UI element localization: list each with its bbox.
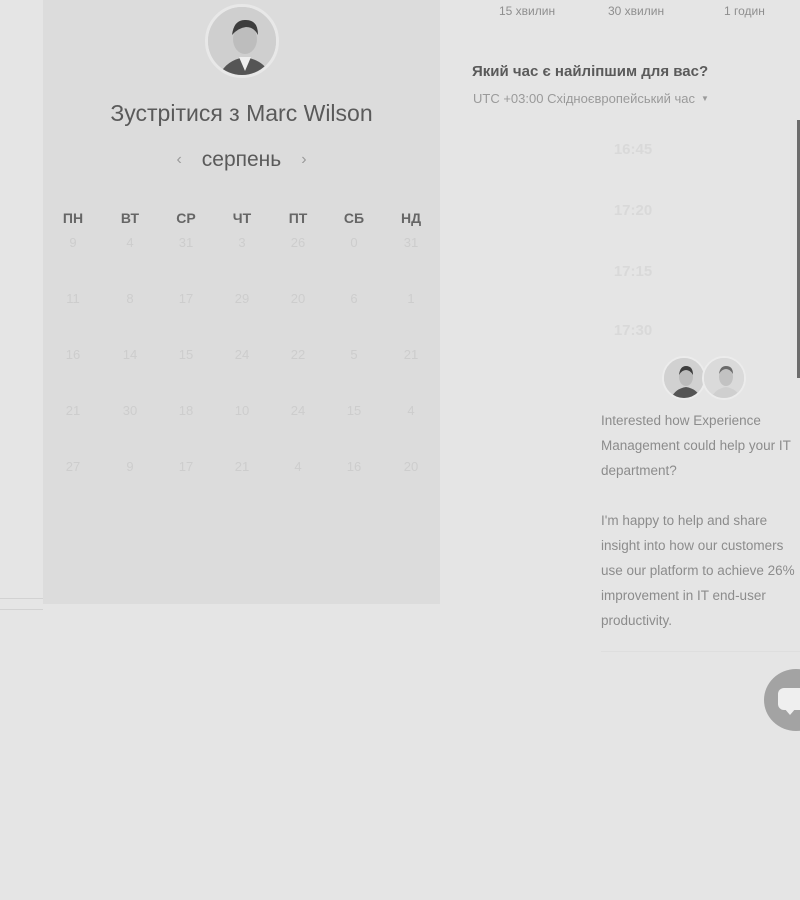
divider xyxy=(601,651,800,652)
calendar-day: 6 xyxy=(350,291,358,306)
duration-option-60[interactable]: 1 годин xyxy=(724,4,765,18)
month-label: серпень xyxy=(201,148,282,171)
host-avatar-small xyxy=(662,356,706,400)
month-navigation: ‹ серпень › xyxy=(43,148,440,172)
duration-option-15[interactable]: 15 хвилин xyxy=(499,4,555,18)
timezone-selector[interactable]: UTC +03:00 Східноєвропейський час ▼ xyxy=(473,91,709,106)
meeting-title: Зустрітися з Marc Wilson xyxy=(110,100,373,126)
time-slot[interactable]: 17:20 xyxy=(552,202,714,219)
calendar-day: 4 xyxy=(126,235,134,250)
calendar-day: 31 xyxy=(403,235,419,250)
calendar-day: 20 xyxy=(290,291,306,306)
weekday-wed: СР xyxy=(176,210,196,226)
weekday-sat: СБ xyxy=(343,210,365,226)
calendar-day: 15 xyxy=(178,347,194,362)
weekday-tue: ВТ xyxy=(120,210,140,226)
chevron-left-icon[interactable]: ‹ xyxy=(176,151,181,169)
calendar-day: 5 xyxy=(350,347,358,362)
timezone-label: UTC +03:00 Східноєвропейський час xyxy=(473,91,695,106)
weekday-sun: НД xyxy=(400,210,422,226)
calendar-day: 3 xyxy=(238,235,246,250)
calendar-day: 10 xyxy=(234,403,250,418)
time-question: Який час є найліпшим для вас? xyxy=(472,63,709,80)
time-slot[interactable]: 16:45 xyxy=(552,141,714,158)
calendar-day: 26 xyxy=(290,235,306,250)
duration-option-30[interactable]: 30 хвилин xyxy=(608,4,664,18)
calendar-day: 30 xyxy=(122,403,138,418)
calendar-day: 0 xyxy=(350,235,358,250)
calendar-day: 17 xyxy=(178,459,194,474)
calendar-day: 14 xyxy=(122,347,138,362)
calendar-day: 18 xyxy=(178,403,194,418)
time-slot[interactable]: 17:30 xyxy=(552,322,714,339)
calendar-day: 22 xyxy=(290,347,306,362)
calendar-day: 17 xyxy=(178,291,194,306)
message-paragraph: I'm happy to help and share insight into… xyxy=(601,513,795,628)
colleague-avatar-small xyxy=(702,356,746,400)
calendar-day: 9 xyxy=(69,235,77,250)
calendar-day: 16 xyxy=(346,459,362,474)
calendar-day: 27 xyxy=(65,459,81,474)
panel-divider xyxy=(0,598,43,610)
calendar-day: 21 xyxy=(65,403,81,418)
weekday-thu: ЧТ xyxy=(232,210,252,226)
calendar-day: 8 xyxy=(126,291,134,306)
chat-bubble-icon xyxy=(778,688,800,710)
weekday-fri: ПТ xyxy=(288,210,308,226)
calendar-day: 29 xyxy=(234,291,250,306)
time-slot[interactable]: 17:15 xyxy=(552,263,714,280)
calendar-day: 15 xyxy=(346,403,362,418)
calendar-day: 4 xyxy=(407,403,415,418)
host-avatar xyxy=(205,4,279,78)
calendar-day: 24 xyxy=(234,347,250,362)
calendar-day: 21 xyxy=(403,347,419,362)
caret-down-icon: ▼ xyxy=(700,94,709,103)
calendar-day: 16 xyxy=(65,347,81,362)
calendar-day: 31 xyxy=(178,235,194,250)
calendar-day: 20 xyxy=(403,459,419,474)
chat-launcher-button[interactable] xyxy=(764,669,800,731)
calendar-day: 21 xyxy=(234,459,250,474)
message-paragraph: Interested how Experience Management cou… xyxy=(601,413,791,478)
chevron-right-icon[interactable]: › xyxy=(301,151,306,169)
calendar-day: 24 xyxy=(290,403,306,418)
calendar-day: 11 xyxy=(66,291,80,306)
calendar-day: 1 xyxy=(407,291,415,306)
chat-bubble-tail xyxy=(784,708,796,715)
calendar-day: 4 xyxy=(294,459,302,474)
calendar-day: 9 xyxy=(126,459,134,474)
host-message: Interested how Experience Management cou… xyxy=(601,408,800,658)
weekday-mon: ПН xyxy=(62,210,84,226)
